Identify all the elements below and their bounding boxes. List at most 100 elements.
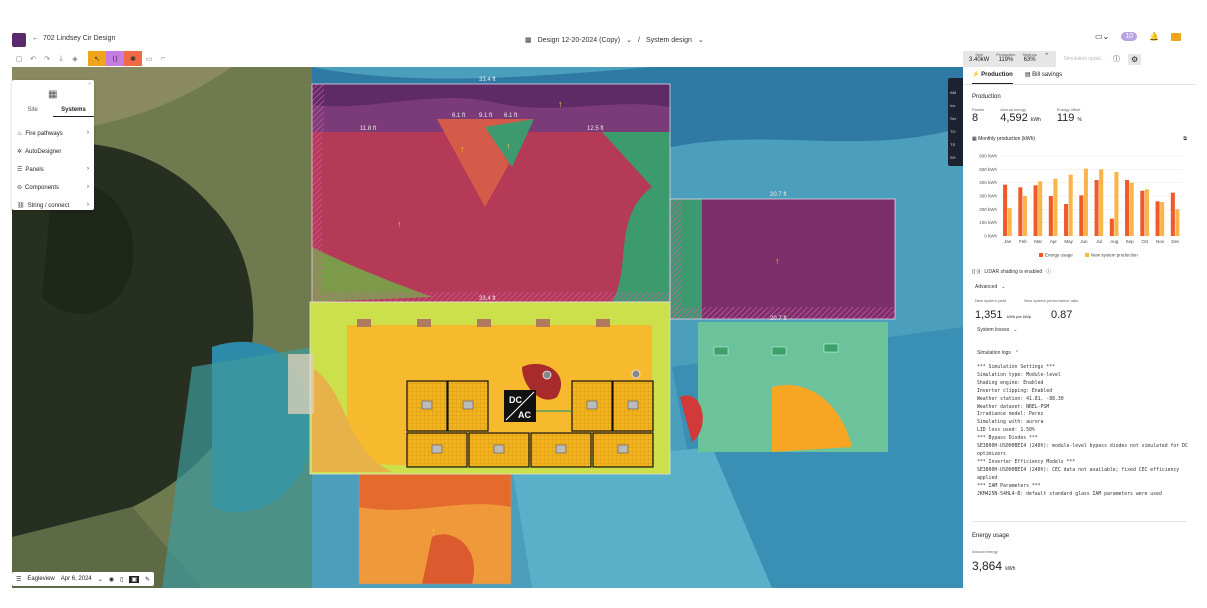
log-line: *** Bypass Diodes *** [977, 436, 1038, 442]
bar-energy-usage [1140, 190, 1145, 236]
tab-production[interactable]: ⚡ Production [972, 71, 1013, 84]
log-line: Shading engine: Enabled [977, 380, 1044, 386]
metric-unit: % [1077, 117, 1082, 123]
dim-label: 20.7 ft [770, 316, 787, 322]
tab-label: Bill savings [1032, 72, 1063, 78]
svg-text:↑: ↑ [558, 99, 563, 109]
x-tick-label: Mar [1034, 239, 1042, 244]
imagery-bar: ☰ Eagleview Apr 6, 2024 ⌄ ◉ ▯ ▣ ✎ [12, 572, 155, 586]
redo-icon[interactable]: ↷ [40, 51, 54, 66]
bar-energy-usage [1048, 196, 1053, 236]
bar-new-production [1068, 174, 1073, 236]
copy-icon[interactable]: ⧉ [1183, 136, 1187, 142]
tab-systems[interactable]: Systems [53, 107, 94, 117]
yield-values: 1,351 kWh per kWp 0.87 [975, 305, 1072, 323]
menu-item-label: AutoDesigner [25, 148, 62, 155]
yield-value: 1,351 [975, 309, 1003, 321]
svg-text:↑: ↑ [431, 526, 436, 536]
metric-annual-energy: Annual energy 4,592 kWh [1000, 107, 1041, 124]
bell-icon[interactable]: 🔔 [1149, 32, 1159, 41]
app-logo[interactable] [12, 33, 26, 47]
system-losses-label: System losses [977, 327, 1010, 333]
simulate-button[interactable]: Simulation updat... [1064, 56, 1105, 62]
x-tick-label: Feb [1019, 239, 1027, 244]
menu-item-components[interactable]: ⊖ Components › [12, 178, 94, 196]
grid-icon: ▦ [48, 89, 58, 100]
bar-energy-usage [1033, 185, 1038, 236]
log-line: LID loss used: 1.50% [977, 428, 1035, 434]
inverter-icon[interactable]: DC AC [504, 390, 536, 422]
yield-unit: kWh per kWp [1006, 314, 1031, 319]
tab-label: Production [981, 72, 1013, 78]
svg-text:AC: AC [518, 410, 531, 420]
collapse-icon[interactable]: « [88, 81, 91, 87]
split-icon[interactable]: ▯ [120, 576, 123, 583]
chevron-up-icon[interactable]: ⌃ [1044, 52, 1050, 66]
panel-tabs: Site Systems [12, 107, 94, 117]
gear-icon[interactable]: ⚙ [1128, 53, 1142, 65]
message-icon[interactable]: ▭ [142, 51, 156, 66]
edit-icon[interactable]: ✎ [145, 576, 150, 583]
component-icon: ⊖ [17, 184, 23, 191]
back-link[interactable]: ← 702 Lindsey Cir Design [32, 35, 115, 42]
chevron-down-icon: ⌄ [626, 37, 632, 44]
svg-text:↑: ↑ [460, 144, 465, 154]
tab-bill-savings[interactable]: ▤ Bill savings [1025, 71, 1062, 84]
measure-icon[interactable]: ⌐ [156, 51, 170, 66]
string-icon: ⛓ [17, 202, 25, 209]
grid-icon: ▦ [525, 37, 532, 44]
draw-tool-icon[interactable]: ↖ [88, 51, 106, 66]
bar-new-production [1129, 182, 1134, 236]
notifications-count[interactable]: 10 [1121, 32, 1138, 41]
section-selector[interactable]: System design [646, 37, 692, 44]
bar-new-production [1175, 209, 1180, 236]
log-line: *** IAM Parameters *** [977, 483, 1041, 489]
design-selector[interactable]: Design 12-20-2024 (Copy) [538, 37, 621, 44]
menu-item-autodesigner[interactable]: ✲ AutoDesigner [12, 142, 94, 160]
chevron-right-icon: › [87, 202, 89, 208]
log-line: Weather station: 41.81, -88.30 [977, 396, 1064, 402]
y-tick-label: 300 kWh [979, 194, 997, 199]
metric-value: 4,592 [1000, 112, 1028, 124]
energy-usage-number: 3,864 [972, 559, 1003, 573]
imagery-source[interactable]: Eagleview [27, 576, 54, 582]
advanced-toggle[interactable]: Advanced ⌄ [975, 284, 1005, 290]
bar-energy-usage [1125, 180, 1130, 236]
bar-new-production [1022, 196, 1027, 236]
pathway-tool-icon[interactable]: ⟨⟩ [106, 51, 124, 66]
dim-label: 12.5 ft [587, 126, 604, 132]
chevron-down-icon[interactable]: ⌄ [98, 576, 103, 583]
lidar-label: LIDAR shading is enabled [984, 268, 1043, 275]
menu-item-label: Panels [25, 166, 44, 173]
menu-item-fire-pathways[interactable]: ♨ Fire pathways › [12, 124, 94, 142]
save-icon[interactable]: ▢ [12, 51, 26, 66]
obstruction-tool-icon[interactable]: ✱ [124, 51, 142, 66]
results-tabs: ⚡ Production ▤ Bill savings [963, 71, 1196, 85]
bar-energy-usage [1155, 201, 1160, 236]
log-line: Simulation type: Module-level [977, 372, 1061, 378]
eye-icon[interactable]: ◉ [109, 576, 114, 583]
tab-site[interactable]: Site [12, 107, 53, 117]
system-losses-toggle[interactable]: System losses ⌄ [977, 327, 1017, 333]
menu-item-panels[interactable]: ☰ Panels › [12, 160, 94, 178]
x-tick-label: Jan [1004, 239, 1012, 244]
simulation-logs-toggle[interactable]: Simulation logs ⌃ [977, 350, 1019, 356]
svg-text:↑: ↑ [775, 256, 780, 266]
image-icon[interactable]: ▣ [129, 575, 140, 583]
bar-energy-usage [1094, 180, 1099, 236]
undo-icon[interactable]: ↶ [26, 51, 40, 66]
chart-title: Monthly production (kWh) [978, 136, 1036, 142]
menu-item-string-connect[interactable]: ⛓ String / connect › [12, 196, 94, 214]
chevron-down-icon: ⌄ [1013, 327, 1018, 333]
chevron-right-icon: › [87, 130, 89, 136]
design-map[interactable]: DC AC ↑ ↑ ↑ ↑ ↑ ↑ 33.4 ft 11.8 ft 6.1 ft… [12, 67, 963, 588]
layers-icon[interactable]: ◈ [68, 51, 82, 66]
display-icon[interactable]: ▭⌄ [1095, 32, 1109, 41]
info-icon[interactable]: ⓘ [1046, 268, 1051, 275]
info-icon[interactable]: ⓘ [1113, 54, 1120, 64]
imagery-date[interactable]: Apr 6, 2024 [61, 576, 92, 582]
download-icon[interactable]: ⤓ [54, 51, 68, 66]
x-tick-label: Sep [1126, 239, 1135, 244]
project-title: 702 Lindsey Cir Design [43, 35, 116, 42]
user-avatar[interactable] [1171, 32, 1181, 41]
